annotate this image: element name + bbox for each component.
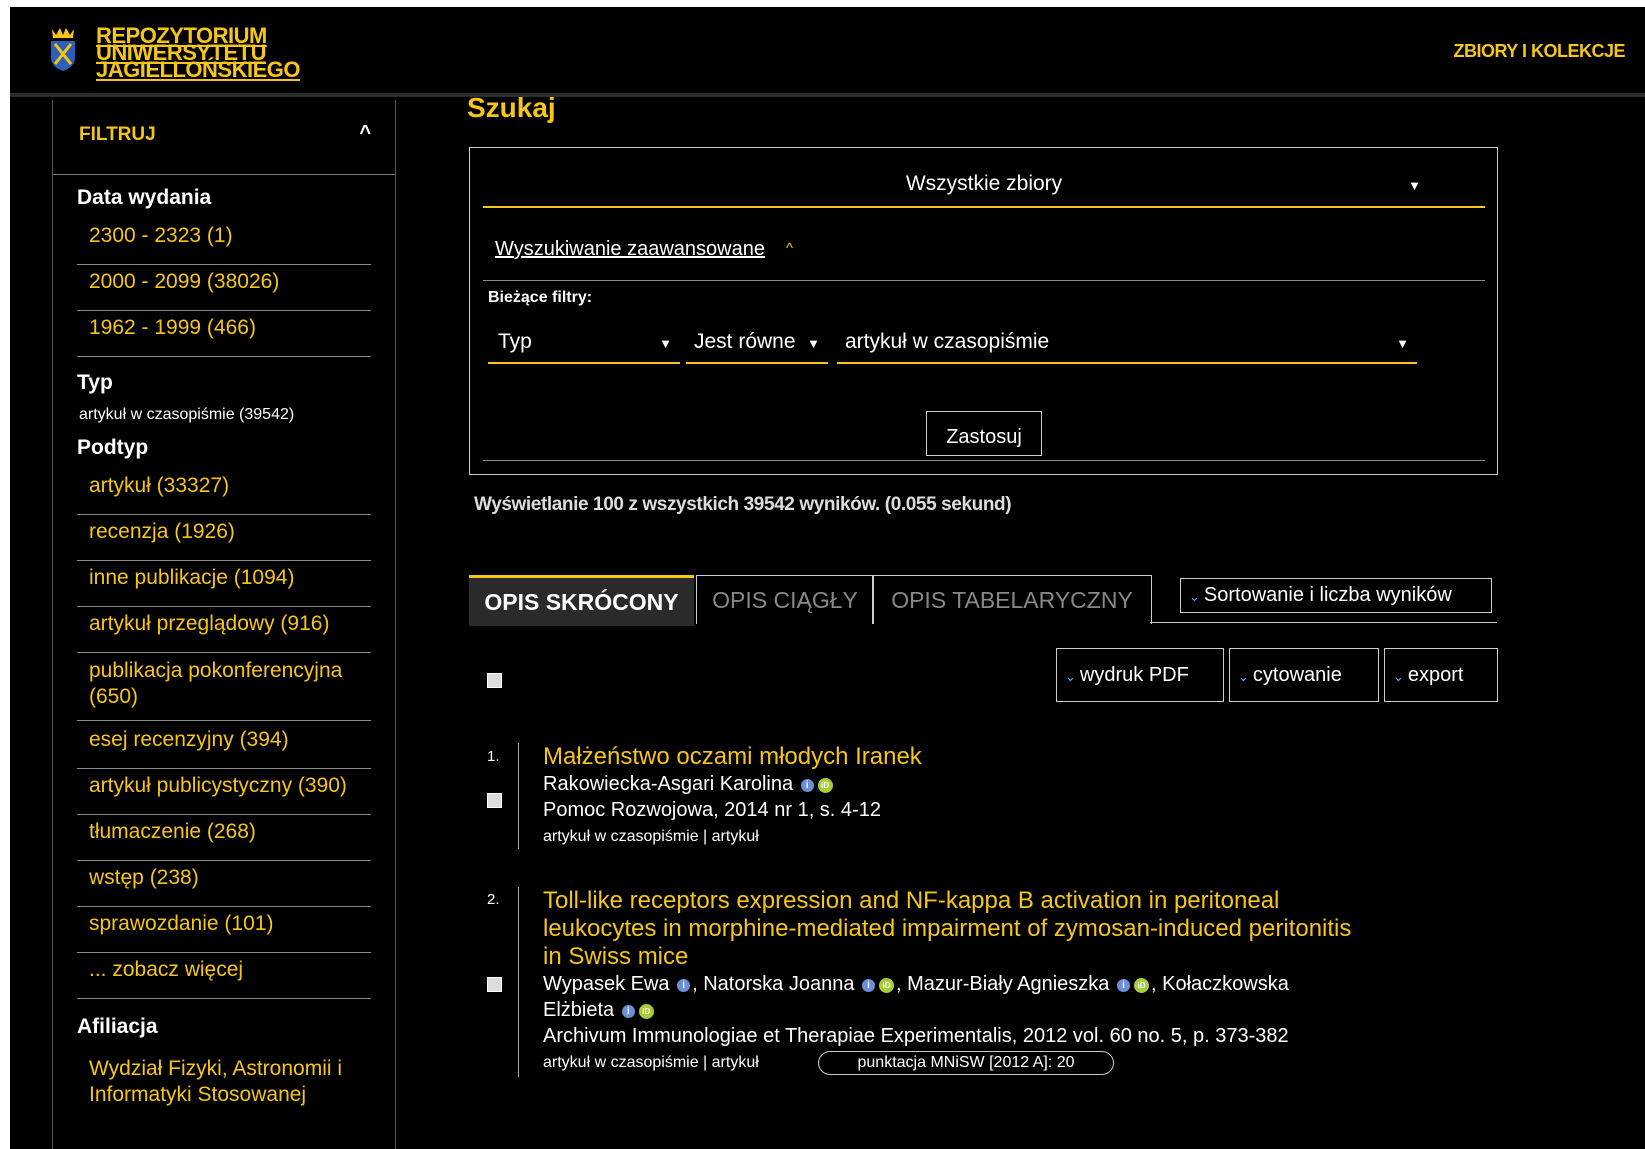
- apply-button[interactable]: Zastosuj: [926, 411, 1042, 456]
- facet-item-subtype[interactable]: wstęp (238): [77, 866, 371, 907]
- facet-item-subtype[interactable]: tłumaczenie (268): [77, 820, 371, 861]
- dropdown-arrow-icon: ▼: [1396, 336, 1409, 351]
- record-number: 1.: [487, 748, 500, 765]
- record-authors-cont: Elżbieta i iD: [543, 997, 656, 1023]
- sort-button-label: Sortowanie i liczba wyników: [1203, 584, 1452, 606]
- advanced-search-link[interactable]: Wyszukiwanie zaawansowane: [495, 238, 765, 261]
- collection-select-value: Wszystkie zbiory: [905, 172, 1063, 195]
- search-panel: Wszystkie zbiory ▼ Wyszukiwanie zaawanso…: [469, 147, 1498, 475]
- filter-title: FILTRUJ: [79, 124, 156, 145]
- facet-item-affiliation[interactable]: Wydział Fizyki, Astronomii i Informatyki…: [77, 1056, 371, 1126]
- author-link[interactable]: Elżbieta: [543, 999, 614, 1021]
- facet-item-date[interactable]: 1962 - 1999 (466): [77, 316, 371, 357]
- filter-operator-select[interactable]: Jest równe ▼: [686, 326, 828, 364]
- chevron-up-icon[interactable]: ^: [786, 240, 793, 257]
- facet-title-type: Typ: [77, 371, 113, 394]
- record-number: 2.: [487, 891, 500, 908]
- facet-type-value: artykuł w czasopiśmie (39542): [79, 406, 295, 423]
- facet-item-date[interactable]: 2300 - 2323 (1): [77, 224, 371, 265]
- record-source: Pomoc Rozwojowa, 2014 nr 1, s. 4-12: [543, 799, 881, 821]
- current-filters-label: Bieżące filtry:: [488, 289, 593, 306]
- record-type: artykuł w czasopiśmie | artykuł: [543, 1054, 759, 1071]
- author-link[interactable]: Mazur-Biały Agnieszka: [907, 973, 1109, 995]
- record-checkbox[interactable]: [487, 793, 502, 808]
- dropdown-arrow-icon: ▼: [659, 336, 672, 351]
- select-all-checkbox[interactable]: [487, 673, 502, 688]
- pdf-print-label: wydruk PDF: [1079, 664, 1189, 686]
- record-divider: [518, 887, 519, 1077]
- facet-title-subtype: Podtyp: [77, 436, 149, 459]
- chevron-down-icon: ⌄: [1189, 589, 1200, 604]
- record-title[interactable]: Toll-like receptors expression and NF-ka…: [543, 887, 1373, 971]
- page-frame: REPOZYTORIUM UNIWERSYTETU JAGIELLOŃSKIEG…: [10, 7, 1645, 1149]
- chevron-down-icon: ⌄: [1065, 669, 1076, 684]
- facet-title-date: Data wydania: [77, 186, 212, 209]
- facet-item-subtype[interactable]: artykuł przeglądowy (916): [77, 612, 371, 653]
- university-crest-icon[interactable]: [48, 27, 78, 76]
- score-badge: punktacja MNiSW [2012 A]: 20: [818, 1051, 1114, 1075]
- filter-header[interactable]: FILTRUJ ^: [53, 100, 395, 175]
- divider: [483, 460, 1485, 461]
- orcid-icon[interactable]: iD: [1134, 978, 1149, 993]
- export-label: export: [1407, 664, 1464, 686]
- dropdown-arrow-icon: ▼: [1408, 178, 1421, 193]
- facet-item-subtype[interactable]: recenzja (1926): [77, 520, 371, 561]
- record-authors: Wypasek Ewa i, Natorska Joanna i iD, Mazu…: [543, 973, 1289, 995]
- info-icon[interactable]: i: [621, 1005, 635, 1018]
- facet-item-subtype[interactable]: artykuł (33327): [77, 474, 371, 515]
- tab-short-description[interactable]: OPIS SKRÓCONY: [469, 575, 694, 626]
- record-type: artykuł w czasopiśmie | artykuł: [543, 828, 759, 845]
- info-icon[interactable]: i: [677, 979, 691, 992]
- filter-operator-value: Jest równe: [694, 330, 796, 353]
- tab-table-description[interactable]: OPIS TABELARYCZNY: [872, 575, 1152, 624]
- author-link[interactable]: Rakowiecka-Asgari Karolina: [543, 773, 793, 795]
- chevron-down-icon: ⌄: [1393, 669, 1404, 684]
- citation-label: cytowanie: [1252, 664, 1342, 686]
- sort-button[interactable]: ⌄ Sortowanie i liczba wyników: [1180, 578, 1492, 613]
- info-icon[interactable]: i: [1117, 979, 1130, 992]
- record-authors: Rakowiecka-Asgari Karolina i iD: [543, 771, 835, 797]
- page-title: Szukaj: [467, 92, 556, 123]
- filter-value-select[interactable]: artykuł w czasopiśmie ▼: [837, 326, 1417, 364]
- dropdown-arrow-icon: ▼: [807, 336, 820, 351]
- facet-item-subtype[interactable]: artykuł publicystyczny (390): [77, 774, 371, 815]
- record-checkbox[interactable]: [487, 977, 502, 992]
- facet-item-subtype[interactable]: publikacja pokonferencyjna (650): [77, 658, 371, 721]
- site-header: REPOZYTORIUM UNIWERSYTETU JAGIELLOŃSKIEG…: [10, 7, 1645, 97]
- facet-title-affiliation: Afiliacja: [77, 1015, 158, 1038]
- divider: [483, 280, 1485, 281]
- author-link[interactable]: Wypasek Ewa: [543, 973, 670, 995]
- collections-link[interactable]: ZBIORY I KOLEKCJE: [1453, 41, 1625, 62]
- orcid-icon[interactable]: iD: [817, 778, 833, 793]
- pdf-print-button[interactable]: ⌄ wydruk PDF: [1056, 648, 1224, 702]
- filter-value-value: artykuł w czasopiśmie: [845, 330, 1050, 353]
- author-link[interactable]: Natorska Joanna: [703, 973, 854, 995]
- chevron-down-icon: ⌄: [1238, 669, 1249, 684]
- chevron-up-icon[interactable]: ^: [359, 122, 371, 145]
- site-logo-text[interactable]: REPOZYTORIUM UNIWERSYTETU JAGIELLOŃSKIEG…: [96, 25, 300, 82]
- filter-sidebar: FILTRUJ ^ Data wydania 2300 - 2323 (1) 2…: [52, 100, 396, 1149]
- orcid-icon[interactable]: iD: [638, 1004, 654, 1019]
- record-source: Archivum Immunologiae et Therapiae Exper…: [543, 1025, 1289, 1047]
- facet-item-subtype[interactable]: sprawozdanie (101): [77, 912, 371, 953]
- facet-item-subtype[interactable]: esej recenzyjny (394): [77, 728, 371, 769]
- author-link[interactable]: Kołaczkowska: [1162, 973, 1289, 995]
- facet-item-subtype[interactable]: inne publikacje (1094): [77, 566, 371, 607]
- record-title[interactable]: Małżeństwo oczami młodych Iranek: [543, 743, 1373, 771]
- filter-field-value: Typ: [498, 330, 532, 353]
- record-divider: [518, 743, 519, 849]
- collection-select[interactable]: Wszystkie zbiory ▼: [483, 162, 1485, 208]
- filter-field-select[interactable]: Typ ▼: [488, 326, 680, 364]
- logo-line: JAGIELLOŃSKIEGO: [96, 57, 300, 82]
- export-button[interactable]: ⌄ export: [1384, 648, 1498, 702]
- info-icon[interactable]: i: [800, 779, 814, 792]
- orcid-icon[interactable]: iD: [879, 978, 894, 993]
- facet-item-date[interactable]: 2000 - 2099 (38026): [77, 270, 371, 311]
- info-icon[interactable]: i: [862, 979, 875, 992]
- tabs-underline: [1150, 622, 1497, 623]
- citation-button[interactable]: ⌄ cytowanie: [1229, 648, 1379, 702]
- tab-continuous-description[interactable]: OPIS CIĄGŁY: [696, 575, 874, 624]
- results-info: Wyświetlanie 100 z wszystkich 39542 wyni…: [474, 494, 1012, 515]
- see-more-link[interactable]: ... zobacz więcej: [77, 958, 371, 999]
